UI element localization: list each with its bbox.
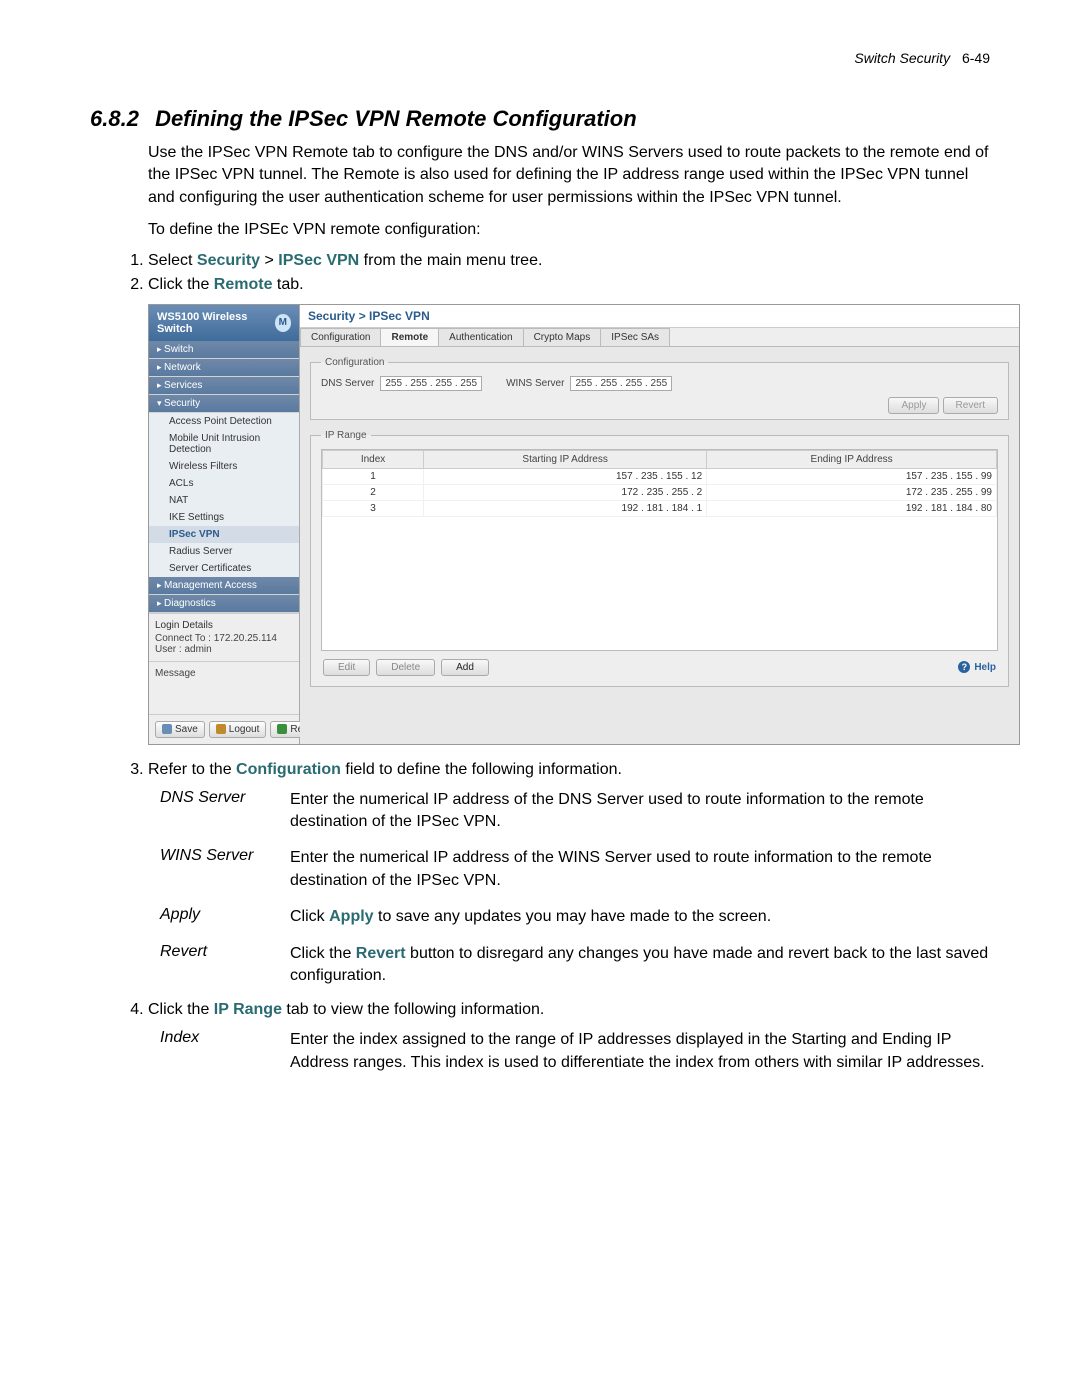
save-icon	[162, 724, 172, 734]
def-revert: Revert Click the Revert button to disreg…	[160, 943, 990, 988]
user-value: admin	[184, 644, 211, 655]
wins-server-input[interactable]: 255 . 255 . 255 . 255	[570, 376, 672, 391]
revert-button[interactable]: Revert	[943, 397, 998, 414]
connect-label: Connect To :	[155, 633, 211, 644]
nav-access-point-detection[interactable]: Access Point Detection	[149, 413, 299, 430]
section-heading: Defining the IPSec VPN Remote Configurat…	[155, 106, 637, 131]
message-panel: Message	[149, 661, 299, 714]
dns-server-input[interactable]: 255 . 255 . 255 . 255	[380, 376, 482, 391]
nav-services[interactable]: Services	[149, 377, 299, 395]
message-header: Message	[155, 668, 196, 679]
help-button[interactable]: ? Help	[958, 659, 996, 676]
field-configuration-ref: Configuration	[236, 761, 341, 778]
col-ending-ip: Ending IP Address	[707, 450, 997, 468]
login-details: Login Details Connect To : 172.20.25.114…	[149, 613, 299, 661]
apply-button[interactable]: Apply	[888, 397, 939, 414]
def-index: Index Enter the index assigned to the ra…	[160, 1029, 990, 1074]
connect-value: 172.20.25.114	[214, 633, 277, 644]
breadcrumb: Security > IPSec VPN	[300, 305, 1019, 328]
tab-ipsec-sas[interactable]: IPSec SAs	[600, 328, 670, 346]
nav-network[interactable]: Network	[149, 359, 299, 377]
tab-crypto-maps[interactable]: Crypto Maps	[523, 328, 602, 346]
delete-button[interactable]: Delete	[376, 659, 435, 676]
configuration-group: Configuration DNS Server 255 . 255 . 255…	[310, 357, 1009, 420]
def-dns-server: DNS Server Enter the numerical IP addres…	[160, 789, 990, 834]
edit-button[interactable]: Edit	[323, 659, 370, 676]
table-row[interactable]: 3 192 . 181 . 184 . 1 192 . 181 . 184 . …	[323, 500, 997, 516]
nav-wireless-filters[interactable]: Wireless Filters	[149, 458, 299, 475]
field-ip-range-ref: IP Range	[214, 1001, 282, 1018]
col-starting-ip: Starting IP Address	[424, 450, 707, 468]
help-icon: ?	[958, 661, 970, 673]
nav-nat[interactable]: NAT	[149, 492, 299, 509]
nav-ike-settings[interactable]: IKE Settings	[149, 509, 299, 526]
tab-remote-ref: Remote	[214, 276, 273, 293]
logout-icon	[216, 724, 226, 734]
menu-ipsec-vpn: IPSec VPN	[278, 252, 359, 269]
table-row[interactable]: 1 157 . 235 . 155 . 12 157 . 235 . 155 .…	[323, 468, 997, 484]
switch-title: WS5100 Wireless Switch	[157, 311, 275, 335]
running-page: 6-49	[962, 50, 990, 66]
intro-paragraph: Use the IPSec VPN Remote tab to configur…	[148, 142, 990, 209]
wins-server-label: WINS Server	[506, 378, 564, 389]
ip-range-group: IP Range Index Starting IP Address Endin…	[310, 430, 1009, 687]
ip-range-table: Index Starting IP Address Ending IP Addr…	[322, 450, 997, 517]
lead-in: To define the IPSEc VPN remote configura…	[148, 219, 990, 241]
save-button[interactable]: Save	[155, 721, 205, 738]
step-1: Select Security > IPSec VPN from the mai…	[148, 252, 990, 270]
running-section: Switch Security	[854, 50, 950, 66]
logout-button[interactable]: Logout	[209, 721, 267, 738]
section-title: 6.8.2 Defining the IPSec VPN Remote Conf…	[90, 106, 990, 132]
nav-diagnostics[interactable]: Diagnostics	[149, 595, 299, 613]
tab-configuration[interactable]: Configuration	[300, 328, 381, 346]
step-3: Refer to the Configuration field to defi…	[148, 761, 990, 779]
running-head: Switch Security 6-49	[90, 50, 990, 66]
dns-server-label: DNS Server	[321, 378, 374, 389]
nav-radius-server[interactable]: Radius Server	[149, 543, 299, 560]
refresh-icon	[277, 724, 287, 734]
nav-acls[interactable]: ACLs	[149, 475, 299, 492]
login-header: Login Details	[155, 620, 293, 633]
switch-title-bar: WS5100 Wireless Switch M	[149, 305, 299, 341]
nav-ipsec-vpn[interactable]: IPSec VPN	[149, 526, 299, 543]
def-apply: Apply Click Apply to save any updates yo…	[160, 906, 990, 928]
step-4: Click the IP Range tab to view the follo…	[148, 1001, 990, 1019]
configuration-legend: Configuration	[321, 357, 388, 368]
nav-server-certificates[interactable]: Server Certificates	[149, 560, 299, 577]
tab-authentication[interactable]: Authentication	[438, 328, 523, 346]
embedded-screenshot: WS5100 Wireless Switch M Switch Network …	[148, 304, 1020, 745]
section-number: 6.8.2	[90, 106, 139, 131]
add-button[interactable]: Add	[441, 659, 489, 676]
tab-remote[interactable]: Remote	[380, 328, 439, 346]
brand-badge-icon: M	[275, 314, 291, 332]
menu-security: Security	[197, 252, 260, 269]
def-wins-server: WINS Server Enter the numerical IP addre…	[160, 847, 990, 892]
nav-switch[interactable]: Switch	[149, 341, 299, 359]
user-label: User :	[155, 644, 182, 655]
step-2: Click the Remote tab.	[148, 276, 990, 294]
col-index: Index	[323, 450, 424, 468]
table-row[interactable]: 2 172 . 235 . 255 . 2 172 . 235 . 255 . …	[323, 484, 997, 500]
nav-management-access[interactable]: Management Access	[149, 577, 299, 595]
nav-security[interactable]: Security	[149, 395, 299, 413]
nav-mobile-unit-intrusion[interactable]: Mobile Unit Intrusion Detection	[149, 430, 299, 458]
ip-range-legend: IP Range	[321, 430, 371, 441]
